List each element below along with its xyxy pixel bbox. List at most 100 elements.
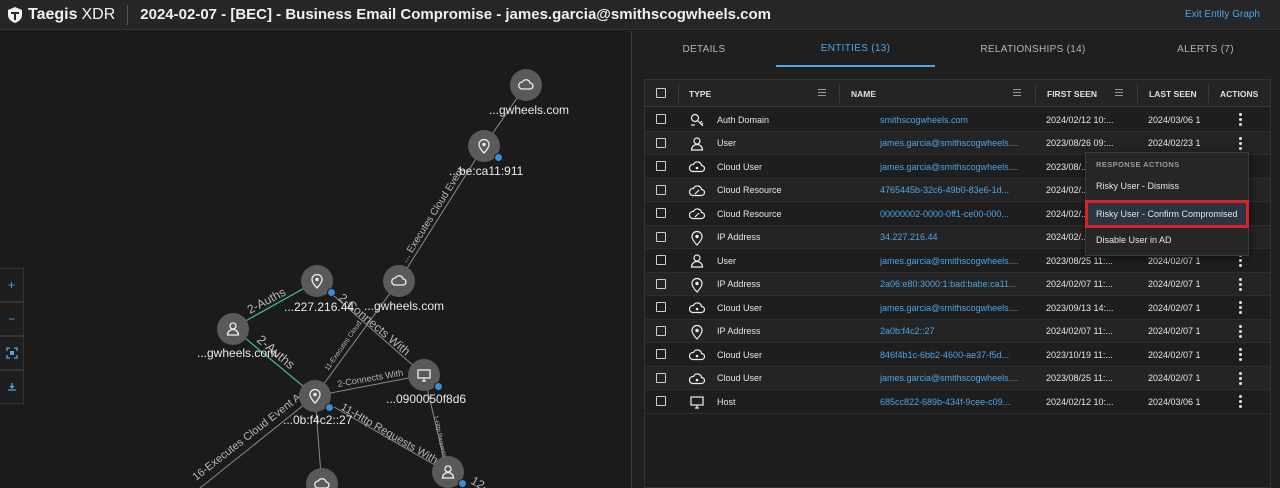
row-checkbox[interactable] bbox=[656, 231, 666, 242]
graph-node-ip[interactable] bbox=[301, 265, 336, 297]
cell-type: IP Address bbox=[717, 279, 761, 289]
graph-node-label: ...gwheels.com bbox=[489, 103, 570, 117]
location-pin-icon bbox=[691, 324, 703, 340]
tab-entities[interactable]: ENTITIES (13) bbox=[776, 31, 935, 67]
cell-first-seen: 2024/02/12 10:... bbox=[1046, 114, 1114, 125]
cell-type: Cloud User bbox=[717, 302, 763, 313]
edge-label: 16-Executes Cloud Event As bbox=[190, 388, 308, 484]
column-menu-icon[interactable] bbox=[1013, 89, 1021, 96]
table-row[interactable]: IP Address 2a06:e80:3000:1:bad:babe:ca11.… bbox=[645, 272, 1270, 296]
cell-name-link[interactable]: 4765445b-32c6-49b0-83e6-1d... bbox=[880, 179, 1032, 202]
tab-details[interactable]: DETAILS bbox=[632, 31, 776, 67]
cell-type: User bbox=[717, 138, 737, 148]
table-row[interactable]: Auth Domain smithscogwheels.com 2024/02/12… bbox=[645, 108, 1270, 132]
zoom-out-button[interactable]: − bbox=[0, 302, 24, 336]
row-actions-kebab-icon[interactable] bbox=[1239, 395, 1243, 408]
table-row[interactable]: Host 685cc822-689b-434f-9cee-c09... 2024/0… bbox=[645, 390, 1270, 414]
node-badge bbox=[494, 153, 503, 162]
graph-node-host[interactable] bbox=[408, 359, 443, 391]
cell-name-link[interactable]: 846f4b1c-6bb2-4600-ae37-f5d... bbox=[880, 343, 1032, 366]
download-button[interactable] bbox=[0, 370, 24, 404]
table-row[interactable]: Cloud User 846f4b1c-6bb2-4600-ae37-f5d...… bbox=[645, 343, 1270, 367]
table-row[interactable]: Cloud User james.garcia@smithscogwheels..… bbox=[645, 296, 1270, 320]
row-checkbox[interactable] bbox=[656, 255, 666, 265]
graph-node-ip[interactable] bbox=[299, 380, 334, 412]
row-checkbox[interactable] bbox=[656, 278, 666, 289]
row-actions-kebab-icon[interactable] bbox=[1239, 348, 1243, 361]
fit-screen-button[interactable] bbox=[0, 336, 24, 370]
row-actions-kebab-icon[interactable] bbox=[1239, 113, 1243, 126]
row-checkbox[interactable] bbox=[656, 161, 666, 171]
row-checkbox[interactable] bbox=[656, 137, 666, 148]
menu-item-risky-user-confirm-compromised[interactable]: Risky User - Confirm Compromised bbox=[1085, 200, 1249, 228]
column-menu-icon[interactable] bbox=[1115, 89, 1123, 96]
row-actions-kebab-icon[interactable] bbox=[1239, 324, 1243, 338]
tab-relationships[interactable]: RELATIONSHIPS (14) bbox=[935, 31, 1131, 67]
column-divider bbox=[1137, 84, 1138, 103]
cloud-icon bbox=[518, 79, 534, 90]
edge-label: 12-... bbox=[469, 473, 500, 488]
graph-node-ip[interactable] bbox=[468, 130, 503, 162]
cell-name-link[interactable]: james.garcia@smithscogwheels.... bbox=[880, 132, 1032, 155]
graph-node-user[interactable] bbox=[432, 456, 467, 488]
cloud-user-icon bbox=[689, 161, 705, 173]
cell-name-link[interactable]: 34.227.216.44 bbox=[880, 226, 1032, 249]
row-checkbox[interactable] bbox=[656, 302, 666, 312]
cloud-icon bbox=[391, 275, 407, 286]
cell-name-link[interactable]: james.garcia@smithscogwheels.... bbox=[880, 155, 1032, 178]
row-checkbox[interactable] bbox=[656, 114, 666, 124]
location-pin-icon bbox=[478, 138, 490, 154]
cell-last-seen: 2024/02/07 1 bbox=[1148, 373, 1201, 383]
row-checkbox[interactable] bbox=[656, 208, 666, 218]
column-header-last-seen[interactable]: LAST SEEN bbox=[1149, 80, 1197, 107]
exit-entity-graph-link[interactable]: Exit Entity Graph bbox=[1185, 9, 1260, 20]
column-menu-icon[interactable] bbox=[818, 89, 826, 96]
product-name: XDR bbox=[81, 5, 116, 23]
row-checkbox[interactable] bbox=[656, 396, 666, 406]
select-all-checkbox[interactable] bbox=[656, 88, 666, 98]
row-checkbox[interactable] bbox=[656, 349, 666, 359]
cell-name-link[interactable]: james.garcia@smithscogwheels.... bbox=[880, 249, 1032, 272]
menu-item-risky-user-dismiss[interactable]: Risky User - Dismiss bbox=[1086, 175, 1248, 197]
cell-type: Cloud User bbox=[717, 373, 763, 383]
menu-item-disable-user-in-ad[interactable]: Disable User in AD bbox=[1086, 229, 1248, 251]
graph-node-cloud-user[interactable] bbox=[383, 265, 415, 297]
column-divider bbox=[1208, 84, 1209, 103]
tab-alerts[interactable]: ALERTS (7) bbox=[1131, 31, 1280, 67]
cell-name-link[interactable]: 2a0b:f4c2::27 bbox=[880, 320, 1032, 343]
graph-node-label: ...gwheels.com bbox=[364, 299, 445, 313]
cell-last-seen: 2024/02/07 1 bbox=[1148, 326, 1201, 336]
location-pin-icon bbox=[691, 230, 703, 246]
node-badge bbox=[458, 479, 467, 488]
entity-graph-canvas[interactable]: ... Executes Cloud Event 2-Auths 2-Conne… bbox=[0, 31, 631, 488]
cell-name-link[interactable]: 2a06:e80:3000:1:bad:babe:ca11... bbox=[880, 273, 1032, 296]
cell-last-seen: 2024/03/06 1 bbox=[1148, 396, 1201, 407]
cell-name-link[interactable]: james.garcia@smithscogwheels.... bbox=[880, 296, 1032, 319]
zoom-in-icon: + bbox=[7, 278, 15, 292]
cell-name-link[interactable]: james.garcia@smithscogwheels.... bbox=[880, 367, 1032, 390]
location-pin-icon bbox=[309, 388, 321, 404]
column-header-first-seen[interactable]: FIRST SEEN bbox=[1047, 80, 1097, 107]
user-icon bbox=[690, 254, 704, 268]
column-header-name[interactable]: NAME bbox=[851, 80, 876, 107]
row-checkbox[interactable] bbox=[656, 325, 666, 336]
row-checkbox[interactable] bbox=[656, 184, 666, 195]
graph-node-cloud-user[interactable] bbox=[510, 69, 542, 101]
column-header-type[interactable]: TYPE bbox=[689, 80, 711, 107]
download-icon bbox=[7, 383, 16, 391]
row-actions-kebab-icon[interactable] bbox=[1239, 277, 1243, 291]
graph-node-user[interactable] bbox=[217, 313, 249, 345]
cell-name-link[interactable]: smithscogwheels.com bbox=[880, 108, 1032, 131]
row-actions-kebab-icon[interactable] bbox=[1239, 301, 1243, 314]
row-checkbox[interactable] bbox=[656, 372, 666, 383]
top-bar: Taegis XDR 2024-02-07 - [BEC] - Business… bbox=[0, 0, 1280, 30]
table-row[interactable]: Cloud User james.garcia@smithscogwheels..… bbox=[645, 366, 1270, 390]
graph-node-label: ...be:ca11:911 bbox=[449, 164, 524, 178]
row-actions-kebab-icon[interactable] bbox=[1239, 136, 1243, 150]
row-actions-kebab-icon[interactable] bbox=[1239, 371, 1243, 385]
zoom-in-button[interactable]: + bbox=[0, 268, 24, 302]
cell-name-link[interactable]: 685cc822-689b-434f-9cee-c09... bbox=[880, 390, 1032, 413]
user-icon bbox=[226, 322, 240, 336]
table-row[interactable]: IP Address 2a0b:f4c2::27 2024/02/07 11:...… bbox=[645, 319, 1270, 343]
cell-name-link[interactable]: 00000002-0000-0ff1-ce00-000... bbox=[880, 202, 1032, 225]
